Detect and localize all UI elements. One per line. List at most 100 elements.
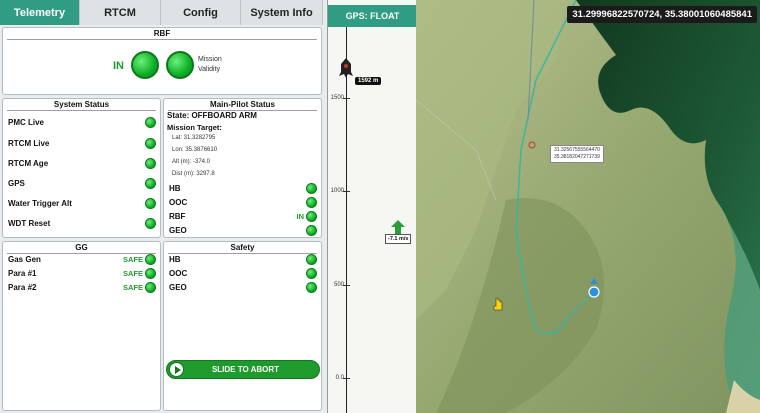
gg-led	[145, 281, 156, 293]
play-icon[interactable]	[169, 362, 184, 377]
gg-row-gas-gen: Gas Gen SAFE	[8, 253, 156, 265]
cursor-coordinates: 31.29996822570724, 35.38001060485841	[567, 6, 757, 23]
gg-state: SAFE	[122, 268, 143, 278]
gg-led	[145, 253, 156, 265]
gg-led	[145, 267, 156, 279]
status-label: PMC Live	[8, 117, 45, 127]
pilot-label: RBF	[169, 211, 186, 221]
safety-label: OOC	[169, 268, 188, 278]
status-led	[145, 217, 156, 229]
gg-state: SAFE	[122, 282, 143, 292]
status-row-gps: GPS	[8, 177, 156, 189]
safety-row-geo: GEO	[169, 281, 317, 293]
altitude-tick-label: 1000	[330, 188, 344, 194]
gg-panel: GG Gas Gen SAFE Para #1 SAFE Para #2 SAF…	[2, 241, 161, 411]
status-label: RTCM Live	[8, 138, 50, 148]
safety-led	[306, 267, 317, 279]
pilot-row-rbf: RBF IN	[169, 210, 317, 222]
mission-label-line2: Validity	[198, 66, 221, 73]
status-row-water-trigger-alt: Water Trigger Alt	[8, 197, 156, 209]
rbf-panel: RBF IN Mission Validity	[2, 27, 322, 95]
altitude-tick-label: 0.0	[335, 375, 344, 381]
pilot-row-ooc: OOC	[169, 196, 317, 208]
status-label: GPS	[8, 178, 25, 188]
satellite-map[interactable]: 31.29996822570724, 35.38001060485841 31.…	[416, 0, 760, 413]
system-status-title: System Status	[3, 100, 160, 111]
gg-label: Gas Gen	[8, 254, 41, 264]
pilot-row-geo: GEO	[169, 224, 317, 236]
slide-to-abort-label: SLIDE TO ABORT	[211, 365, 280, 374]
altitude-tick	[343, 98, 350, 99]
status-row-rtcm-age: RTCM Age	[8, 157, 156, 169]
pilot-label: GEO	[169, 225, 187, 235]
altitude-tick	[343, 191, 350, 192]
safety-led	[306, 253, 317, 265]
altitude-tick-label: 500	[333, 282, 344, 288]
altitude-tick-label: 1500	[330, 95, 344, 101]
map-tooltip-line1: 31.32567555564470	[554, 147, 600, 153]
pilot-state: IN	[296, 211, 305, 221]
status-led	[145, 157, 156, 169]
mission-target-lat: Lat: 31.3282795	[172, 135, 216, 141]
altitude-panel: GPS: FLOAT 1500 1000 500 0.0 1592 m -7.1…	[327, 0, 417, 413]
status-led	[145, 116, 156, 128]
pilot-led	[306, 224, 317, 236]
pilot-label: HB	[169, 183, 181, 193]
safety-panel: Safety HB OOC GEO	[163, 241, 322, 411]
status-row-pmc-live: PMC Live	[8, 116, 156, 128]
tab-bar: Telemetry RTCM Config System Info	[0, 0, 323, 25]
pilot-led	[306, 196, 317, 208]
mission-validity-label: Mission Validity	[198, 55, 222, 75]
gg-state: SAFE	[122, 254, 143, 264]
slide-to-abort-slider[interactable]: SLIDE TO ABORT	[166, 360, 320, 379]
status-led	[145, 137, 156, 149]
gps-status-bar: GPS: FLOAT	[328, 5, 417, 27]
rbf-indicator	[131, 51, 159, 79]
main-pilot-panel: Main-Pilot Status State: OFFBOARD ARM Mi…	[163, 98, 322, 238]
map-tooltip: 31.32567555564470 35.38182047271739	[550, 145, 604, 163]
altitude-tick	[343, 285, 350, 286]
gg-row-para-1: Para #1 SAFE	[8, 267, 156, 279]
safety-row-ooc: OOC	[169, 267, 317, 279]
tab-telemetry[interactable]: Telemetry	[0, 0, 80, 25]
status-label: Water Trigger Alt	[8, 198, 72, 208]
tab-config[interactable]: Config	[161, 0, 241, 25]
mission-target-dist: Dist (m): 3297.8	[172, 171, 215, 177]
tab-system-info[interactable]: System Info	[241, 0, 323, 25]
safety-label: HB	[169, 254, 181, 264]
status-label: WDT Reset	[8, 218, 51, 228]
pilot-led	[306, 182, 317, 194]
gg-row-para-2: Para #2 SAFE	[8, 281, 156, 293]
map-tooltip-line2: 35.38182047271739	[554, 154, 600, 160]
vertical-speed-arrow-icon	[391, 220, 405, 234]
vertical-speed-label: -7.1 m/s	[385, 234, 412, 244]
mission-target-lon: Lon: 35.3876610	[172, 147, 218, 153]
pilot-label: OOC	[169, 197, 188, 207]
mission-target-alt: Alt (m): -374.0	[172, 159, 211, 165]
pilot-row-hb: HB	[169, 182, 317, 194]
gg-label: Para #2	[8, 282, 37, 292]
status-led	[145, 177, 156, 189]
status-row-rtcm-live: RTCM Live	[8, 137, 156, 149]
status-label: RTCM Age	[8, 158, 49, 168]
mission-validity-indicator	[166, 51, 194, 79]
mission-target-label: Mission Target:	[167, 123, 222, 132]
gg-label: Para #1	[8, 268, 37, 278]
rbf-title: RBF	[3, 29, 321, 40]
main-pilot-state: State: OFFBOARD ARM	[167, 111, 257, 120]
status-row-wdt-reset: WDT Reset	[8, 217, 156, 229]
rocket-icon	[339, 58, 353, 78]
safety-row-hb: HB	[169, 253, 317, 265]
main-pilot-title: Main-Pilot Status	[164, 100, 321, 111]
tab-rtcm[interactable]: RTCM	[80, 0, 161, 25]
current-altitude-label: 1592 m	[355, 77, 382, 85]
rbf-in-label: IN	[113, 60, 124, 72]
safety-label: GEO	[169, 282, 187, 292]
safety-led	[306, 281, 317, 293]
status-led	[145, 197, 156, 209]
system-status-panel: System Status PMC Live RTCM Live RTCM Ag…	[2, 98, 161, 238]
map-imagery	[416, 0, 760, 413]
pilot-led	[306, 210, 317, 222]
altitude-tick	[343, 378, 350, 379]
mission-label-line1: Mission	[198, 56, 222, 63]
